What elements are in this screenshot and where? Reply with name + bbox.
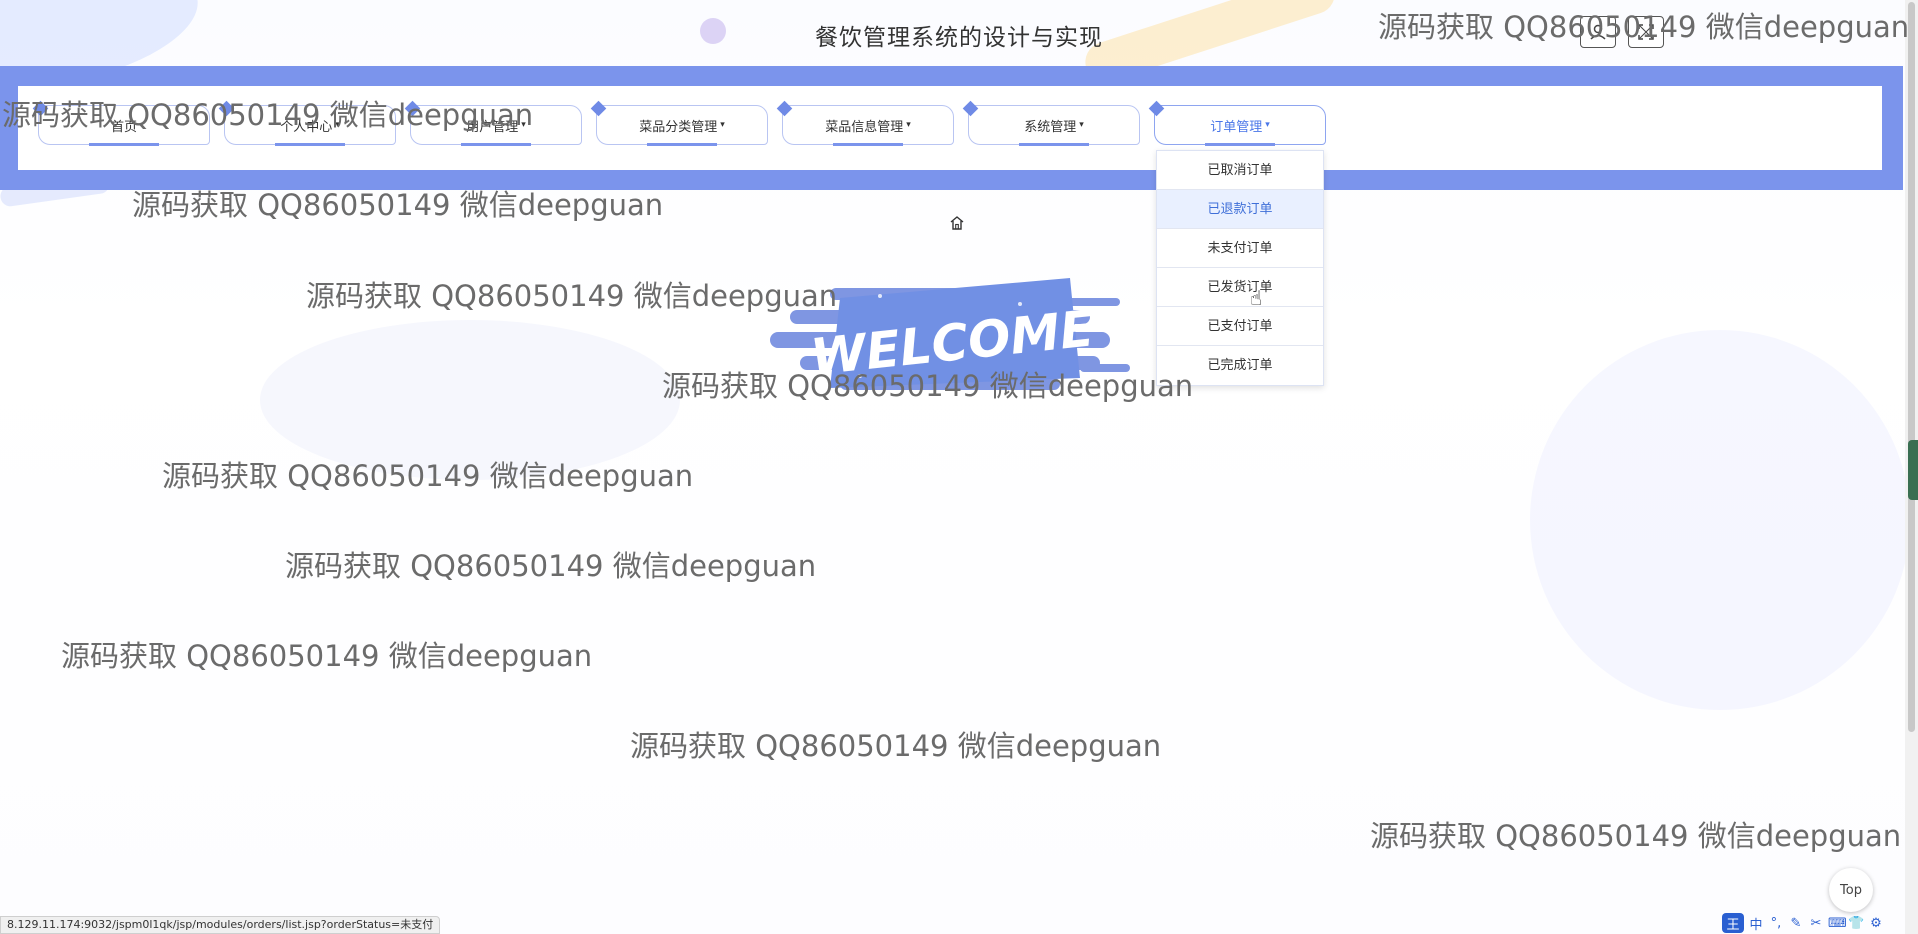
skin-icon[interactable]: 👕 bbox=[1848, 916, 1864, 931]
nav-underline bbox=[461, 143, 531, 146]
punctuation-icon[interactable]: °, bbox=[1768, 916, 1784, 931]
dropdown-item-shipped[interactable]: 已发货订单 bbox=[1157, 268, 1323, 307]
watermark: 源码获取 QQ86050149 微信deepguan bbox=[285, 549, 817, 583]
header: 餐饮管理系统的设计与实现 bbox=[0, 0, 1918, 66]
nav-item-label: 菜品信息管理 bbox=[825, 119, 904, 135]
caret-down-icon: ▾ bbox=[1265, 120, 1270, 130]
caret-down-icon: ▾ bbox=[335, 120, 340, 130]
orders-dropdown: 已取消订单 已退款订单 未支付订单 已发货订单 已支付订单 已完成订单 bbox=[1156, 150, 1324, 386]
dropdown-item-unpaid[interactable]: 未支付订单 bbox=[1157, 229, 1323, 268]
nav-item-dish-info[interactable]: 菜品信息管理 ▾ bbox=[776, 100, 954, 146]
nav-underline bbox=[275, 143, 345, 146]
back-to-top-button[interactable]: Top bbox=[1829, 868, 1873, 912]
watermark: 源码获取 QQ86050149 微信deepguan bbox=[61, 639, 593, 673]
scrollbar-thumb[interactable] bbox=[1908, 2, 1915, 732]
nav-item-personal-center[interactable]: 个人中心 ▾ bbox=[218, 100, 396, 146]
bg-decoration bbox=[260, 320, 680, 480]
fullscreen-icon bbox=[1638, 24, 1654, 40]
nav-item-label: 菜品分类管理 bbox=[639, 119, 718, 135]
keyboard-icon[interactable]: ⌨ bbox=[1828, 916, 1847, 931]
caret-down-icon: ▾ bbox=[720, 120, 725, 130]
scissors-icon[interactable]: ✂ bbox=[1808, 916, 1824, 931]
watermark: 源码获取 QQ86050149 微信deepguan bbox=[630, 729, 1162, 763]
nav-underline bbox=[833, 143, 903, 146]
user-icon bbox=[1590, 24, 1606, 40]
nav-item-label: 用户管理 bbox=[466, 119, 519, 135]
dropdown-item-completed[interactable]: 已完成订单 bbox=[1157, 346, 1323, 385]
hand-cursor-icon: ☝ bbox=[1250, 286, 1263, 310]
user-button[interactable] bbox=[1580, 16, 1616, 48]
nav-item-home[interactable]: 首页 bbox=[32, 100, 210, 146]
caret-down-icon: ▾ bbox=[1079, 120, 1084, 130]
home-icon[interactable] bbox=[948, 214, 966, 232]
welcome-graphic: WELCOME bbox=[770, 278, 1130, 390]
watermark: 源码获取 QQ86050149 微信deepguan bbox=[162, 459, 694, 493]
settings-icon[interactable]: ⚙ bbox=[1868, 916, 1884, 931]
ime-toolbar: 王 中 °, ✎ ✂ ⌨ 👕 ⚙ bbox=[1722, 912, 1884, 934]
nav-item-label: 个人中心 bbox=[280, 119, 333, 135]
status-bar-url: 8.129.11.174:9032/jspm0l1qk/jsp/modules/… bbox=[0, 916, 441, 934]
nav-underline bbox=[1019, 143, 1089, 146]
fullscreen-button[interactable] bbox=[1628, 16, 1664, 48]
watermark: 源码获取 QQ86050149 微信deepguan bbox=[1370, 819, 1902, 853]
watermark: 源码获取 QQ86050149 微信deepguan bbox=[306, 279, 838, 313]
nav-item-label: 订单管理 bbox=[1210, 119, 1263, 135]
nav-item-orders[interactable]: 订单管理 ▾ bbox=[1148, 100, 1326, 146]
nav-underline bbox=[1205, 143, 1275, 146]
caret-down-icon: ▾ bbox=[906, 120, 911, 130]
ime-mode[interactable]: 中 bbox=[1748, 914, 1764, 933]
ime-logo-icon[interactable]: 王 bbox=[1722, 913, 1744, 933]
nav-item-system[interactable]: 系统管理 ▾ bbox=[962, 100, 1140, 146]
nav-underline bbox=[647, 143, 717, 146]
bg-decoration bbox=[1530, 330, 1910, 710]
nav-item-dish-category[interactable]: 菜品分类管理 ▾ bbox=[590, 100, 768, 146]
nav-item-user-management[interactable]: 用户管理 ▾ bbox=[404, 100, 582, 146]
pen-icon[interactable]: ✎ bbox=[1788, 916, 1804, 931]
dropdown-item-refunded[interactable]: 已退款订单 bbox=[1157, 190, 1323, 229]
caret-down-icon: ▾ bbox=[521, 120, 526, 130]
nav-item-label: 首页 bbox=[110, 119, 137, 135]
nav-underline bbox=[89, 143, 159, 146]
side-tab[interactable] bbox=[1908, 440, 1918, 500]
dropdown-item-cancelled[interactable]: 已取消订单 bbox=[1157, 151, 1323, 190]
nav-item-label: 系统管理 bbox=[1024, 119, 1077, 135]
dropdown-item-paid[interactable]: 已支付订单 bbox=[1157, 307, 1323, 346]
page: 餐饮管理系统的设计与实现 首页 个人中心 ▾ 用户管理 ▾ 菜品分类管理 ▾ 菜… bbox=[0, 0, 1918, 934]
